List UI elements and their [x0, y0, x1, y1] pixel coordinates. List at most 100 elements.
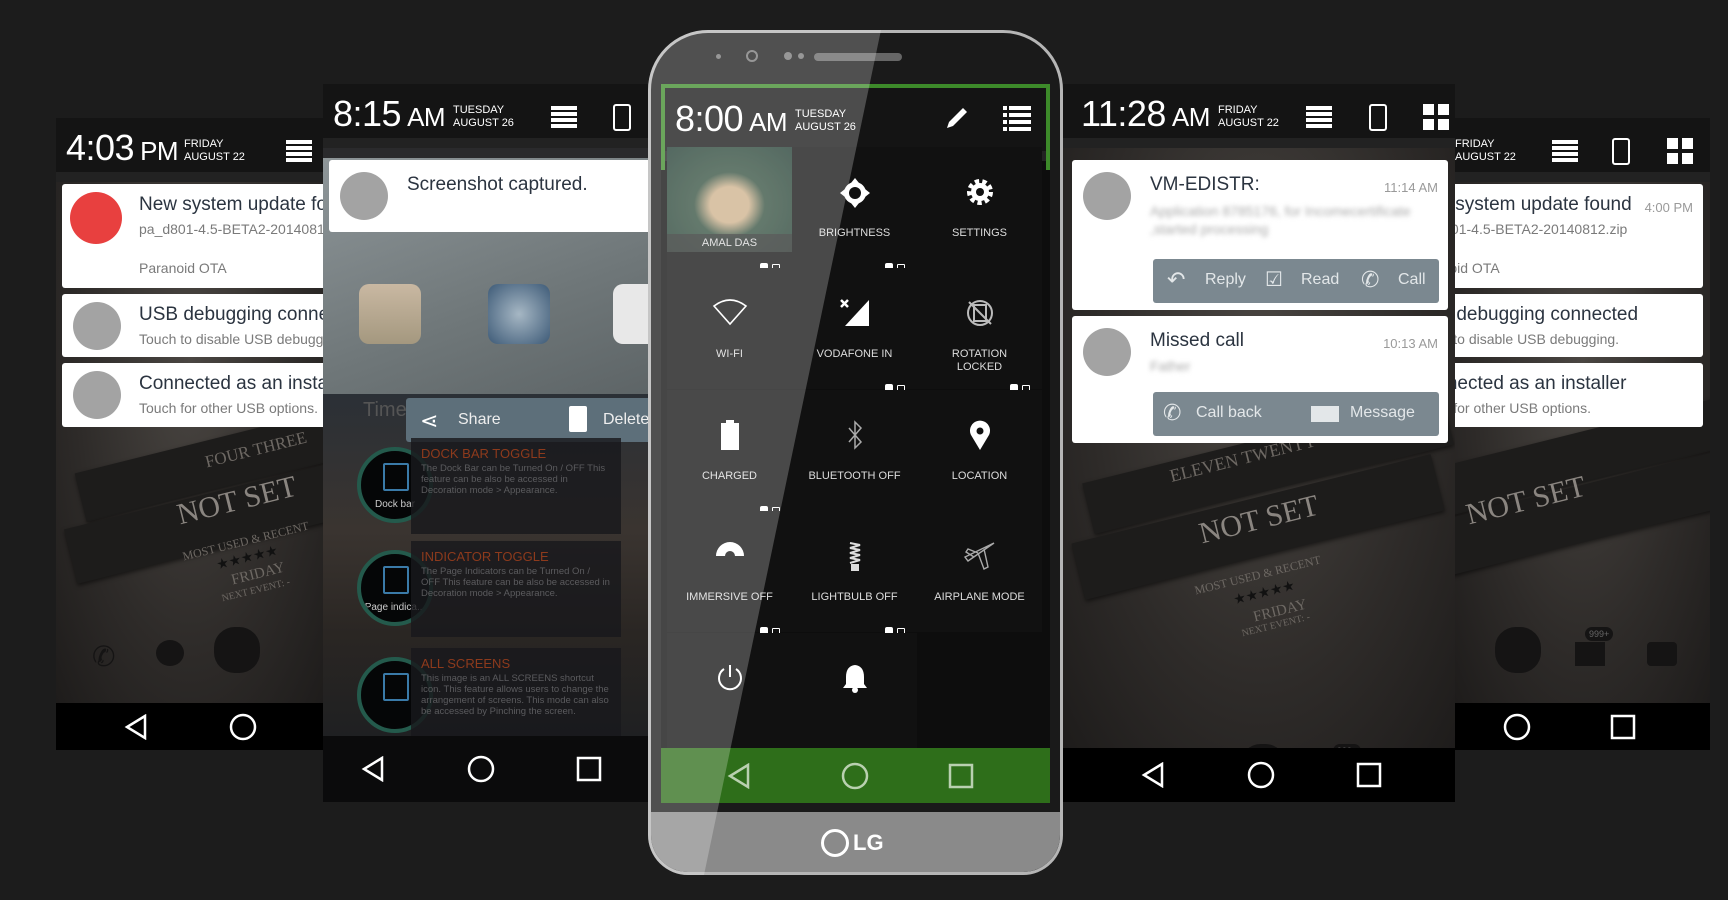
feature-card: INDICATOR TOGGLE The Page Indicators can … [411, 541, 621, 637]
notification-card[interactable]: Connected as an installerTouch for other… [1455, 363, 1703, 427]
quick-settings-icon[interactable] [613, 104, 631, 131]
date: FRIDAY AUGUST 22 [1218, 104, 1279, 129]
notification-sms[interactable]: VM-EDISTR: 11:14 AM Application 8785176,… [1072, 160, 1448, 310]
sms-actions: Reply Read Call ↶ ☑ ✆ [1153, 259, 1439, 303]
phone-dock-icon[interactable]: ✆ [92, 640, 115, 673]
quick-settings-icon[interactable] [1612, 138, 1630, 165]
tiles-grid-icon[interactable] [1423, 104, 1449, 130]
reply-button[interactable]: Reply [1205, 271, 1246, 289]
message-button[interactable]: Message [1350, 404, 1415, 422]
unread-badge: 999+ [1585, 627, 1614, 641]
status-bar: FRIDAY AUGUST 22 [1455, 118, 1710, 182]
tile-location[interactable]: LOCATION [917, 390, 1042, 511]
quick-settings-icon[interactable] [1369, 104, 1387, 131]
tile-airplane-mode[interactable]: AIRPLANE MODE [917, 511, 1042, 632]
tile-power[interactable] [667, 633, 792, 754]
paranoid-ota-icon [70, 192, 122, 244]
behind-text: Time [363, 399, 407, 421]
date: TUESDAY AUGUST 26 [453, 104, 514, 129]
back-icon[interactable] [124, 713, 148, 740]
notification-card[interactable]: USB debugging connectedTouch to disable … [1455, 294, 1703, 357]
status-bar: 11:28 AM FRIDAY AUGUST 22 [1063, 84, 1455, 148]
notification-list-icon[interactable] [551, 106, 577, 128]
tiles-grid-icon[interactable] [1667, 138, 1693, 164]
notification-card[interactable]: New system update foundpa_d801-4.5-BETA2… [1455, 184, 1703, 288]
feature-card: ALL SCREENS This image is an ALL SCREENS … [411, 648, 621, 744]
navigation-bar [661, 748, 1050, 803]
notification-screenshot[interactable]: Screenshot captured. [329, 160, 648, 232]
share-delete-bar: ⋖ Share Delete [406, 398, 648, 442]
notification-card[interactable]: Connected as an installerTouch for other… [62, 363, 324, 427]
navigation-bar [323, 736, 648, 802]
apps-dock-icon[interactable] [1495, 627, 1541, 673]
delete-button[interactable]: Delete [603, 411, 648, 429]
recents-icon[interactable] [948, 763, 974, 789]
home-icon[interactable] [1503, 713, 1531, 741]
back-icon[interactable] [361, 756, 385, 782]
launcher-panel: Time ⋖ Share Delete Dock bar DOCK BAR TOG… [323, 84, 648, 802]
tile-brightness[interactable]: BRIGHTNESS [792, 147, 917, 272]
recents-icon[interactable] [576, 756, 602, 782]
tile-immersive-off[interactable]: IMMERSIVE OFF [667, 511, 792, 636]
usb-icon [73, 371, 121, 419]
navigation-bar [56, 703, 324, 750]
notification-missed-call[interactable]: Missed call 10:13 AM Father ✆ Call back … [1072, 316, 1448, 443]
read-button[interactable]: Read [1301, 271, 1339, 289]
quick-settings-grid: AMAL DAS BRIGHTNESS SETTINGS WI-FI VODAFONE … [661, 84, 1050, 803]
usb-debug-icon [73, 302, 121, 350]
tile-rotation-locked[interactable]: ROTATION LOCKED [917, 268, 1042, 393]
home-icon[interactable] [841, 762, 869, 790]
phone-icon: ✆ [1163, 400, 1182, 425]
apps-dock-icon[interactable] [214, 627, 260, 673]
home-icon[interactable] [229, 713, 257, 741]
recents-icon[interactable] [1356, 762, 1382, 788]
camera-app-icon[interactable] [613, 284, 648, 344]
trash-icon[interactable] [569, 406, 587, 432]
tile-vodafone-in[interactable]: VODAFONE IN [792, 268, 917, 393]
clock: 11:28 AM [1081, 93, 1210, 134]
front-camera [746, 50, 758, 62]
message-icon [1083, 172, 1131, 220]
message-icon [1311, 406, 1339, 422]
tile-bluetooth-off[interactable]: BLUETOOTH OFF [792, 390, 917, 511]
browser-app-icon[interactable] [488, 284, 550, 344]
call-back-button[interactable]: Call back [1196, 404, 1262, 422]
tile-lightbulb-off[interactable]: LIGHTBULB OFF [792, 511, 917, 636]
navigation-bar [1455, 703, 1710, 750]
missed-call-actions: ✆ Call back Message [1153, 392, 1439, 436]
missed-call-icon [1083, 328, 1131, 376]
share-icon[interactable]: ⋖ [420, 408, 438, 434]
notification-list-icon[interactable] [1552, 140, 1578, 162]
status-bar: 8:15 AM TUESDAY AUGUST 26 [323, 84, 648, 148]
back-icon[interactable] [1141, 762, 1165, 788]
navigation-bar [1063, 748, 1455, 802]
clock: 4:03 PM [66, 127, 179, 168]
date: FRIDAY AUGUST 22 [1455, 138, 1516, 163]
quick-settings-screen: 8:00 AM TUESDAY AUGUST 26 AMAL DAS BRIGHTNE… [661, 84, 1050, 803]
notification-card[interactable]: New system update foundpa_d801-4.5-BETA2… [62, 184, 324, 288]
email-dock-icon[interactable] [1575, 642, 1605, 666]
tile-bell[interactable] [792, 633, 917, 754]
chat-dock-icon[interactable] [156, 640, 184, 666]
lg-logo: LG [821, 828, 884, 858]
tile-amal-das[interactable]: AMAL DAS [667, 147, 792, 272]
gallery-app-icon[interactable] [359, 284, 421, 344]
earpiece [814, 53, 902, 61]
notification-list-icon[interactable] [1306, 106, 1332, 128]
notification-card[interactable]: USB debugging connectedTouch to disable … [62, 294, 324, 357]
read-icon: ☑ [1265, 269, 1283, 291]
notification-list-icon[interactable] [286, 140, 312, 162]
reply-icon: ↶ [1167, 267, 1186, 292]
feature-card: DOCK BAR TOGGLE The Dock Bar can be Turne… [411, 438, 621, 534]
recents-icon[interactable] [1610, 714, 1636, 740]
camera-dock-icon[interactable] [1647, 642, 1677, 666]
home-icon[interactable] [467, 755, 495, 783]
home-icon[interactable] [1247, 761, 1275, 789]
tile-charged[interactable]: CHARGED [667, 390, 792, 515]
share-button[interactable]: Share [458, 411, 501, 429]
call-button[interactable]: Call [1398, 271, 1426, 289]
tile-wi-fi[interactable]: WI-FI [667, 268, 792, 389]
clock: 8:15 AM [333, 93, 446, 134]
tile-settings[interactable]: SETTINGS [917, 147, 1042, 268]
back-icon[interactable] [727, 763, 751, 789]
